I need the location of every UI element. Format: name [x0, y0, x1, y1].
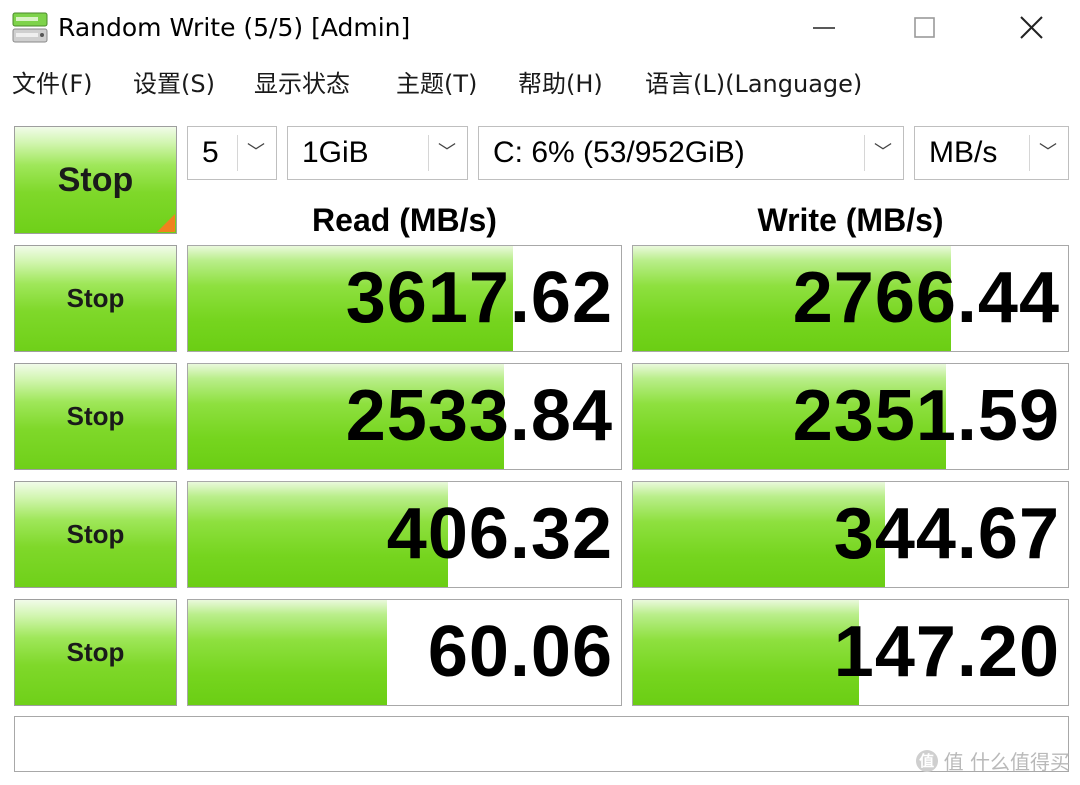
stop-all-button[interactable]: Stop — [14, 126, 177, 234]
row-1-write-value: 2766.44 — [792, 258, 1060, 338]
row-3-read-cell: 406.32 — [187, 481, 622, 588]
menu-bar: 文件(F) 设置(S) 显示状态 主题(T) 帮助(H) 语言(L)(Langu… — [0, 66, 1080, 104]
select-divider — [237, 135, 238, 171]
maximize-icon[interactable] — [894, 8, 954, 48]
test-count-select[interactable]: 5 ﹀ — [187, 126, 277, 180]
unit-value: MB/s — [929, 136, 998, 169]
watermark-text: 值 什么值得买 — [943, 750, 1070, 774]
write-header: Write (MB/s) — [757, 202, 944, 238]
row-4-write-cell: 147.20 — [632, 599, 1069, 706]
row-1-stop-label: Stop — [66, 283, 125, 313]
drive-select[interactable]: C: 6% (53/952GiB) ﹀ — [478, 126, 904, 180]
chevron-down-icon: ﹀ — [438, 142, 456, 163]
row-1-write-cell: 2766.44 — [632, 245, 1069, 352]
menu-file[interactable]: 文件(F) — [12, 66, 93, 102]
watermark-logo-icon: 值 — [915, 749, 938, 772]
row-1-read-cell: 3617.62 — [187, 245, 622, 352]
select-divider — [428, 135, 429, 171]
test-size-select[interactable]: 1GiB ﹀ — [287, 126, 468, 180]
row-3-write-value: 344.67 — [833, 494, 1060, 574]
stop-all-label: Stop — [57, 160, 134, 199]
test-count-value: 5 — [202, 136, 219, 169]
row-2-read-value: 2533.84 — [345, 376, 613, 456]
row-2-stop-label: Stop — [66, 401, 125, 431]
menu-language[interactable]: 语言(L)(Language) — [645, 66, 862, 102]
watermark: 值 值 什么值得买 — [915, 746, 1070, 775]
app-disk-icon — [12, 12, 48, 43]
row-2-stop-button[interactable]: Stop — [14, 363, 177, 470]
row-3-stop-button[interactable]: Stop — [14, 481, 177, 588]
test-size-value: 1GiB — [302, 136, 369, 169]
row-1-stop-button[interactable]: Stop — [14, 245, 177, 352]
row-1-read-value: 3617.62 — [345, 258, 613, 338]
chevron-down-icon: ﹀ — [247, 142, 265, 163]
corner-indicator — [157, 214, 175, 232]
menu-settings[interactable]: 设置(S) — [133, 66, 215, 102]
select-divider — [1029, 135, 1030, 171]
row-4-stop-label: Stop — [66, 637, 125, 667]
row-3-read-value: 406.32 — [386, 494, 613, 574]
row-3-stop-label: Stop — [66, 519, 125, 549]
menu-theme[interactable]: 主题(T) — [396, 66, 477, 102]
row-2-read-cell: 2533.84 — [187, 363, 622, 470]
drive-value: C: 6% (53/952GiB) — [493, 136, 745, 169]
unit-select[interactable]: MB/s ﹀ — [914, 126, 1069, 180]
chevron-down-icon: ﹀ — [874, 142, 892, 163]
minimize-icon[interactable] — [794, 8, 854, 48]
row-3-write-cell: 344.67 — [632, 481, 1069, 588]
read-header: Read (MB/s) — [312, 202, 497, 238]
window-title: Random Write (5/5) [Admin] — [58, 13, 411, 42]
select-divider — [864, 135, 865, 171]
row-4-write-value: 147.20 — [833, 612, 1060, 692]
menu-help[interactable]: 帮助(H) — [518, 66, 603, 102]
row-2-write-cell: 2351.59 — [632, 363, 1069, 470]
row-4-write-bar — [633, 600, 860, 705]
comment-input[interactable] — [14, 716, 1069, 772]
chevron-down-icon: ﹀ — [1039, 142, 1057, 163]
row-4-read-cell: 60.06 — [187, 599, 622, 706]
menu-display-status[interactable]: 显示状态 — [254, 66, 350, 102]
row-4-read-bar — [188, 600, 388, 705]
row-4-stop-button[interactable]: Stop — [14, 599, 177, 706]
title-bar: Random Write (5/5) [Admin] — [0, 0, 1080, 58]
row-4-read-value: 60.06 — [427, 612, 613, 692]
row-2-write-value: 2351.59 — [792, 376, 1060, 456]
close-icon[interactable] — [1002, 8, 1062, 48]
